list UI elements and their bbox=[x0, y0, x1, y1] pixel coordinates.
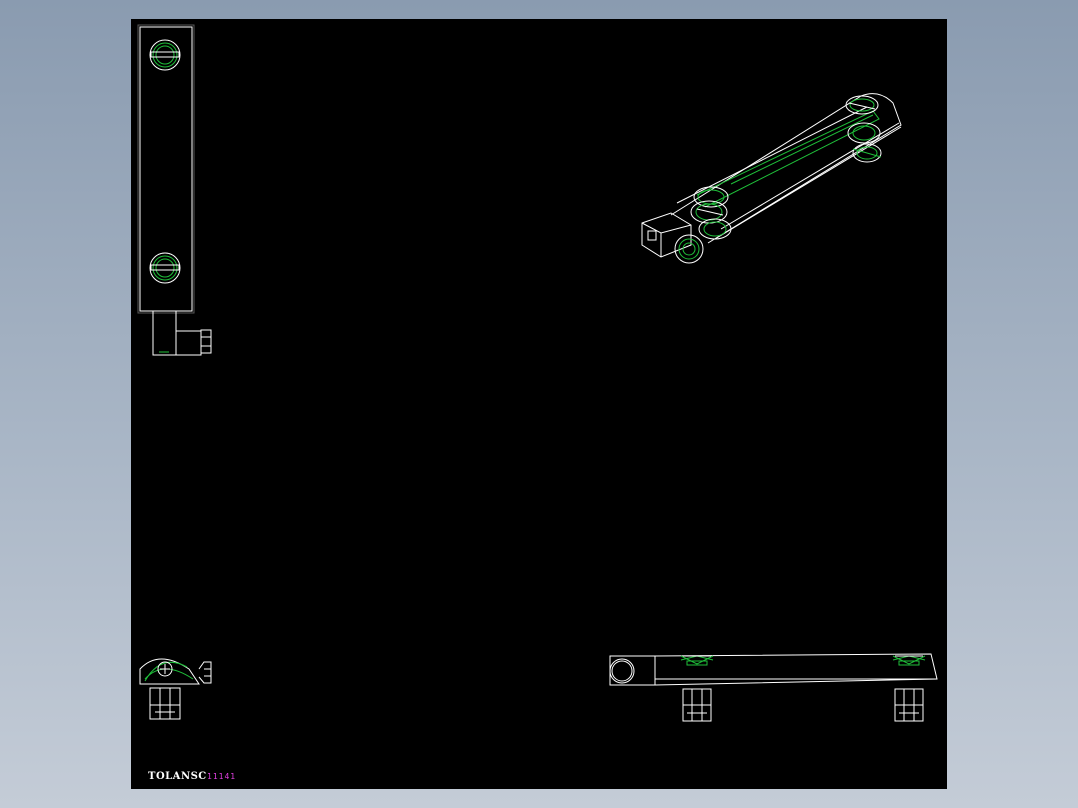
isometric-view bbox=[641, 93, 902, 264]
front-view bbox=[137, 24, 212, 356]
title-block-code: 11141 bbox=[207, 772, 237, 781]
cad-drawing bbox=[137, 24, 938, 722]
bottom-view bbox=[609, 653, 938, 722]
cad-viewport[interactable]: TOLANSC 11141 bbox=[131, 19, 947, 789]
side-view bbox=[139, 658, 212, 720]
title-block-brand: TOLANSC bbox=[148, 771, 207, 782]
